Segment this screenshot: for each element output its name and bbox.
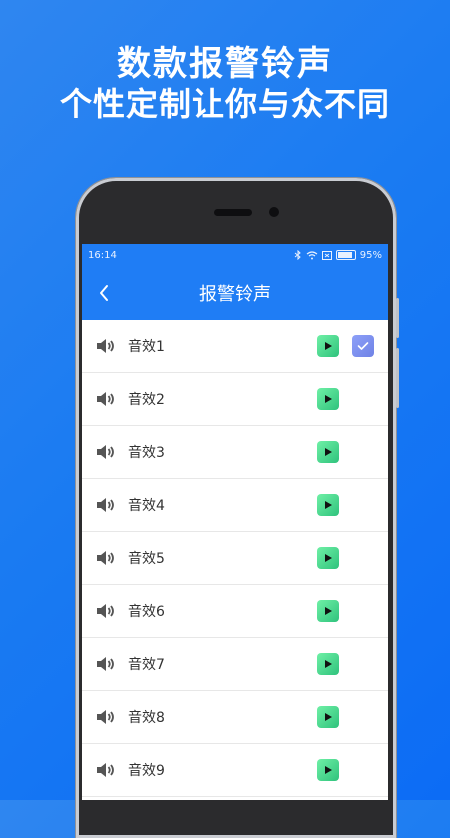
- play-icon: [325, 342, 332, 350]
- page-title: 报警铃声: [199, 284, 271, 305]
- status-icons: 95%: [294, 250, 382, 261]
- promo-line-1: 数款报警铃声: [117, 44, 333, 84]
- sound-label: 音效7: [128, 657, 165, 673]
- promo-line-2: 个性定制让你与众不同: [59, 85, 390, 123]
- speaker-icon: [97, 445, 114, 459]
- play-icon: [325, 501, 332, 509]
- side-button: [396, 348, 399, 408]
- checkmark-icon: [357, 342, 369, 350]
- status-bar: 16:14 95%: [82, 244, 388, 266]
- list-item[interactable]: 音效8: [82, 691, 388, 744]
- play-button[interactable]: [317, 547, 339, 569]
- list-item[interactable]: 音效5: [82, 532, 388, 585]
- play-button[interactable]: [317, 335, 339, 357]
- list-item[interactable]: 音效6: [82, 585, 388, 638]
- play-button[interactable]: [317, 388, 339, 410]
- play-icon: [325, 395, 332, 403]
- battery-percent: 95%: [359, 249, 382, 261]
- app-bar: 报警铃声: [82, 266, 388, 320]
- selected-checkbox[interactable]: [352, 335, 374, 357]
- play-button[interactable]: [317, 706, 339, 728]
- play-button[interactable]: [317, 441, 339, 463]
- promo-header: 数款报警铃声 个性定制让你与众不同: [0, 44, 450, 124]
- speaker-icon: [97, 657, 114, 671]
- play-icon: [325, 766, 332, 774]
- sound-list: 音效1 音效2 音效3 音效4 音效5 音效6 音效7 音效8 音效9: [82, 320, 388, 797]
- speaker-icon: [97, 498, 114, 512]
- play-button[interactable]: [317, 653, 339, 675]
- wifi-icon: [306, 250, 318, 259]
- speaker-icon: [97, 551, 114, 565]
- bluetooth-icon: [294, 250, 301, 260]
- sound-label: 音效2: [128, 392, 165, 408]
- play-icon: [325, 448, 332, 456]
- sound-label: 音效8: [128, 710, 165, 726]
- chevron-left-icon: [100, 285, 108, 301]
- list-item[interactable]: 音效2: [82, 373, 388, 426]
- play-button[interactable]: [317, 600, 339, 622]
- sound-label: 音效3: [128, 445, 165, 461]
- sound-label: 音效4: [128, 498, 165, 514]
- battery-icon: [335, 250, 356, 260]
- list-item[interactable]: 音效7: [82, 638, 388, 691]
- phone-screen: 16:14 95% 报警铃声 音效1 音效2 音效3 音效4 音效5 音效6 音…: [82, 244, 388, 800]
- sound-label: 音效6: [128, 604, 165, 620]
- play-icon: [325, 713, 332, 721]
- play-button[interactable]: [317, 494, 339, 516]
- sound-label: 音效5: [128, 551, 165, 567]
- play-button[interactable]: [317, 759, 339, 781]
- status-time: 16:14: [88, 249, 117, 261]
- speaker-icon: [97, 763, 114, 777]
- play-icon: [325, 607, 332, 615]
- play-icon: [325, 554, 332, 562]
- sim-icon: [321, 250, 332, 260]
- side-button: [396, 298, 399, 338]
- speaker-icon: [97, 710, 114, 724]
- list-item[interactable]: 音效3: [82, 426, 388, 479]
- list-item[interactable]: 音效1: [82, 320, 388, 373]
- play-icon: [325, 660, 332, 668]
- sound-label: 音效1: [128, 339, 165, 355]
- speaker-icon: [97, 392, 114, 406]
- earpiece-speaker: [214, 209, 252, 216]
- speaker-icon: [97, 339, 114, 353]
- list-item[interactable]: 音效4: [82, 479, 388, 532]
- list-item[interactable]: 音效9: [82, 744, 388, 797]
- sound-label: 音效9: [128, 763, 165, 779]
- front-camera: [269, 207, 279, 217]
- back-button[interactable]: [92, 279, 116, 307]
- speaker-icon: [97, 604, 114, 618]
